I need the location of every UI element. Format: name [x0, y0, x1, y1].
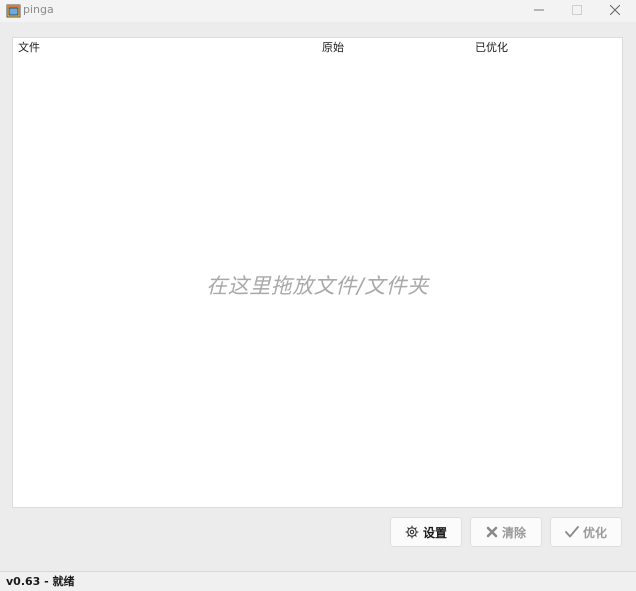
cross-icon — [486, 526, 498, 538]
settings-button[interactable]: 设置 — [390, 517, 462, 547]
close-icon — [610, 5, 620, 15]
file-list-dropzone[interactable]: 文件 原始 已优化 在这里拖放文件/文件夹 — [12, 37, 623, 508]
maximize-icon — [572, 5, 582, 15]
clear-button[interactable]: 清除 — [470, 517, 542, 547]
status-text: v0.63 - 就绪 — [6, 575, 75, 588]
window-title: pinga — [23, 3, 54, 16]
gear-icon — [405, 525, 419, 539]
close-button[interactable] — [596, 0, 634, 20]
title-bar[interactable]: pinga — [0, 0, 636, 22]
column-header-file[interactable]: 文件 — [18, 41, 40, 55]
app-icon — [6, 3, 21, 18]
column-header-optimized[interactable]: 已优化 — [475, 41, 508, 55]
app-window: pinga 文件 原始 已优化 在这里拖放文件/文件夹 设置 清除 优化 v0.… — [0, 0, 636, 591]
status-bar: v0.63 - 就绪 — [0, 571, 636, 591]
optimize-button-label: 优化 — [582, 525, 607, 540]
drop-hint: 在这里拖放文件/文件夹 — [206, 274, 429, 298]
check-icon — [565, 526, 579, 538]
maximize-button[interactable] — [558, 0, 596, 20]
clear-button-label: 清除 — [501, 525, 526, 540]
minimize-button[interactable] — [520, 0, 558, 20]
column-header-original[interactable]: 原始 — [322, 41, 344, 55]
settings-button-label: 设置 — [422, 525, 447, 540]
optimize-button[interactable]: 优化 — [550, 517, 622, 547]
minimize-icon — [534, 9, 544, 11]
